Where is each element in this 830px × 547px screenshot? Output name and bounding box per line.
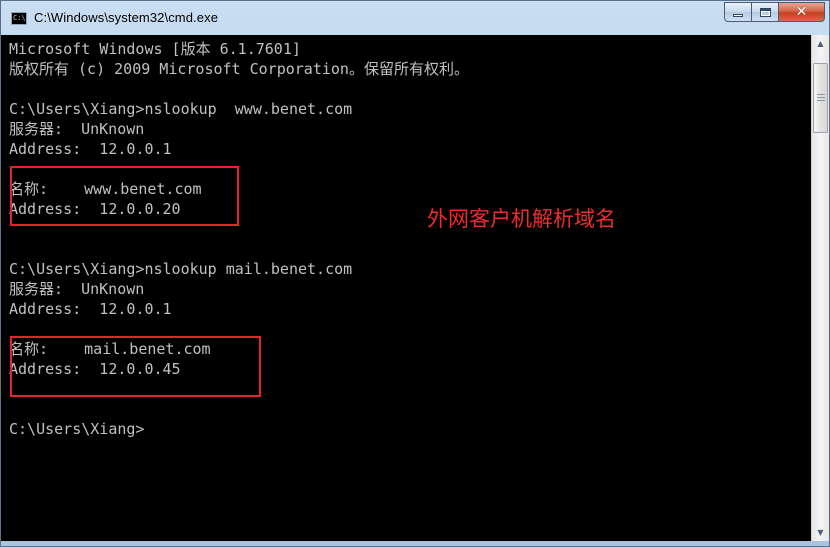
console-prompt[interactable]: C:\Users\Xiang> — [9, 419, 469, 439]
console-output[interactable]: Microsoft Windows [版本 6.1.7601] 版权所有 (c)… — [1, 35, 811, 541]
console-line: 版权所有 (c) 2009 Microsoft Corporation。保留所有… — [9, 60, 469, 78]
vertical-scrollbar[interactable]: ▲ ▼ — [811, 35, 829, 541]
maximize-icon — [759, 7, 771, 17]
cmd-icon[interactable]: C:\ — [11, 12, 27, 25]
maximize-button[interactable] — [752, 2, 779, 22]
window-title: C:\Windows\system32\cmd.exe — [34, 10, 219, 25]
console-line: C:\Users\Xiang>nslookup www.benet.com — [9, 100, 353, 118]
close-button[interactable]: ✕ — [779, 2, 825, 22]
console-line: Address: 12.0.0.1 — [9, 140, 172, 158]
minimize-button[interactable] — [724, 2, 752, 22]
console-line: 服务器: UnKnown — [9, 120, 145, 138]
title-bar[interactable]: C:\ C:\Windows\system32\cmd.exe ✕ — [1, 1, 829, 35]
close-icon: ✕ — [795, 4, 808, 20]
arrow-up-icon: ▲ — [817, 39, 824, 48]
highlight-box-www — [10, 166, 239, 226]
scroll-up-button[interactable]: ▲ — [812, 35, 829, 52]
arrow-down-icon: ▼ — [817, 528, 824, 537]
console-line: 服务器: UnKnown — [9, 280, 145, 298]
window-controls: ✕ — [724, 2, 825, 23]
console-line: Address: 12.0.0.1 — [9, 300, 172, 318]
console-line: C:\Users\Xiang>nslookup mail.benet.com — [9, 260, 353, 278]
annotation-label: 外网客户机解析域名 — [427, 207, 616, 231]
window-bottom-border — [1, 541, 829, 547]
console-line: Microsoft Windows [版本 6.1.7601] — [9, 40, 301, 58]
scroll-down-button[interactable]: ▼ — [812, 524, 829, 541]
cmd-window: C:\ C:\Windows\system32\cmd.exe ✕ Micros… — [0, 0, 830, 547]
highlight-box-mail — [10, 336, 261, 397]
minimize-icon — [733, 14, 743, 17]
scrollbar-thumb[interactable] — [813, 63, 828, 133]
